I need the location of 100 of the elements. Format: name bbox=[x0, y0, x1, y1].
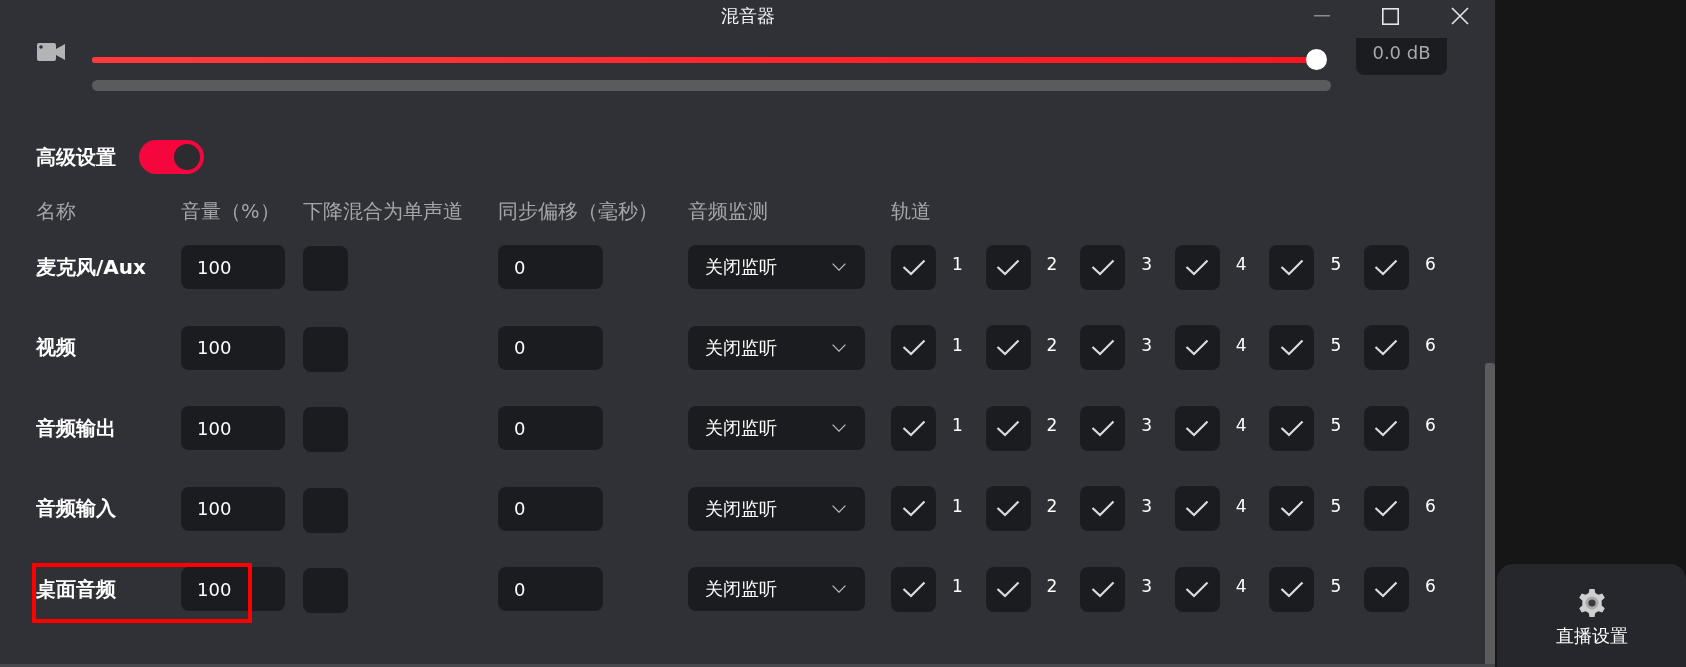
track-checkbox[interactable] bbox=[1080, 486, 1126, 532]
track-number: 6 bbox=[1424, 254, 1436, 275]
check-icon bbox=[1279, 580, 1304, 598]
check-icon bbox=[1279, 419, 1304, 437]
mono-checkbox[interactable] bbox=[303, 568, 348, 614]
check-icon bbox=[1185, 339, 1210, 357]
mono-checkbox[interactable] bbox=[303, 326, 348, 372]
track-number: 3 bbox=[1141, 495, 1152, 516]
live-settings-button[interactable]: 直播设置 bbox=[1555, 588, 1628, 648]
monitoring-dropdown[interactable]: 关闭监听 bbox=[688, 406, 865, 451]
track-number: 1 bbox=[952, 334, 963, 355]
scrollbar-thumb[interactable] bbox=[1485, 363, 1495, 664]
track-checkbox[interactable] bbox=[891, 405, 936, 451]
track-checkbox[interactable] bbox=[891, 244, 936, 290]
track-checkbox[interactable] bbox=[891, 566, 936, 612]
check-icon bbox=[1185, 258, 1210, 276]
check-icon bbox=[1279, 258, 1304, 276]
track-number: 6 bbox=[1424, 415, 1436, 436]
monitoring-dropdown[interactable]: 关闭监听 bbox=[688, 325, 865, 370]
volume-reading: 0.0 dB bbox=[1356, 38, 1447, 75]
track-number: 4 bbox=[1235, 254, 1247, 275]
monitoring-dropdown[interactable]: 关闭监听 bbox=[688, 486, 865, 531]
close-icon bbox=[1450, 7, 1469, 25]
mono-checkbox[interactable] bbox=[303, 246, 348, 292]
track-number: 1 bbox=[952, 415, 963, 436]
source-name: 视频 bbox=[36, 334, 76, 362]
track-number: 6 bbox=[1424, 495, 1436, 516]
check-icon bbox=[1374, 580, 1399, 598]
track-checkbox[interactable] bbox=[1080, 325, 1126, 371]
track-checkbox[interactable] bbox=[1269, 405, 1315, 451]
check-icon bbox=[1090, 258, 1115, 276]
track-number: 2 bbox=[1046, 334, 1058, 355]
track-checkbox[interactable] bbox=[1174, 325, 1220, 371]
track-checkbox[interactable] bbox=[1269, 244, 1315, 290]
check-icon bbox=[1090, 339, 1115, 357]
check-icon bbox=[1090, 580, 1115, 598]
track-checkbox[interactable] bbox=[985, 566, 1031, 612]
check-icon bbox=[996, 339, 1021, 357]
slider-thumb[interactable] bbox=[1306, 49, 1327, 70]
track-number: 2 bbox=[1046, 415, 1058, 436]
chevron-down-icon bbox=[832, 504, 846, 513]
column-header: 下降混合为单声道 bbox=[303, 199, 463, 225]
track-checkbox[interactable] bbox=[1080, 244, 1126, 290]
track-checkbox[interactable] bbox=[1363, 325, 1409, 371]
mono-checkbox[interactable] bbox=[303, 407, 348, 453]
track-checkbox[interactable] bbox=[1174, 405, 1220, 451]
track-checkbox[interactable] bbox=[985, 486, 1031, 532]
track-checkbox[interactable] bbox=[985, 405, 1031, 451]
track-number: 5 bbox=[1330, 334, 1342, 355]
track-checkbox[interactable] bbox=[1174, 566, 1220, 612]
check-icon bbox=[996, 580, 1021, 598]
volume-input[interactable]: 100 bbox=[181, 486, 285, 531]
sync-offset-input[interactable]: 0 bbox=[498, 325, 603, 370]
track-checkbox[interactable] bbox=[1363, 244, 1409, 290]
monitoring-dropdown[interactable]: 关闭监听 bbox=[688, 567, 865, 612]
sync-offset-input[interactable]: 0 bbox=[498, 245, 603, 290]
track-number: 6 bbox=[1424, 576, 1436, 597]
track-checkbox[interactable] bbox=[1174, 486, 1220, 532]
check-icon bbox=[1374, 339, 1399, 357]
check-icon bbox=[901, 258, 926, 276]
track-number: 4 bbox=[1235, 576, 1247, 597]
volume-input[interactable]: 100 bbox=[181, 567, 285, 612]
track-checkbox[interactable] bbox=[1363, 405, 1409, 451]
track-checkbox[interactable] bbox=[1363, 486, 1409, 532]
check-icon bbox=[1279, 500, 1304, 518]
track-checkbox[interactable] bbox=[985, 244, 1031, 290]
source-name: 麦克风/Aux bbox=[36, 253, 146, 281]
mono-checkbox[interactable] bbox=[303, 487, 348, 533]
source-name: 桌面音频 bbox=[36, 575, 116, 603]
track-checkbox[interactable] bbox=[1363, 566, 1409, 612]
check-icon bbox=[901, 500, 926, 518]
track-checkbox[interactable] bbox=[891, 486, 936, 532]
sync-offset-input[interactable]: 0 bbox=[498, 567, 603, 612]
track-number: 3 bbox=[1141, 576, 1152, 597]
volume-slider[interactable] bbox=[92, 49, 1326, 71]
track-checkbox[interactable] bbox=[985, 325, 1031, 371]
track-checkbox[interactable] bbox=[1269, 566, 1315, 612]
track-number: 3 bbox=[1141, 334, 1152, 355]
monitoring-dropdown[interactable]: 关闭监听 bbox=[688, 245, 865, 290]
volume-input[interactable]: 100 bbox=[181, 406, 285, 451]
column-header: 轨道 bbox=[891, 199, 931, 225]
track-checkbox[interactable] bbox=[1174, 244, 1220, 290]
volume-input[interactable]: 100 bbox=[181, 245, 285, 290]
check-icon bbox=[996, 419, 1021, 437]
track-number: 1 bbox=[952, 495, 963, 516]
sync-offset-input[interactable]: 0 bbox=[498, 406, 603, 451]
volume-input[interactable]: 100 bbox=[181, 325, 285, 370]
track-number: 1 bbox=[952, 576, 963, 597]
track-checkbox[interactable] bbox=[1080, 566, 1126, 612]
track-checkbox[interactable] bbox=[1269, 486, 1315, 532]
column-header: 名称 bbox=[36, 199, 76, 225]
chevron-down-icon bbox=[832, 585, 846, 594]
track-number: 3 bbox=[1141, 254, 1152, 275]
track-checkbox[interactable] bbox=[1269, 325, 1315, 371]
advanced-settings-toggle[interactable] bbox=[139, 140, 204, 174]
source-name: 音频输入 bbox=[36, 495, 116, 523]
sync-offset-input[interactable]: 0 bbox=[498, 486, 603, 531]
track-checkbox[interactable] bbox=[891, 325, 936, 371]
track-checkbox[interactable] bbox=[1080, 405, 1126, 451]
check-icon bbox=[901, 339, 926, 357]
